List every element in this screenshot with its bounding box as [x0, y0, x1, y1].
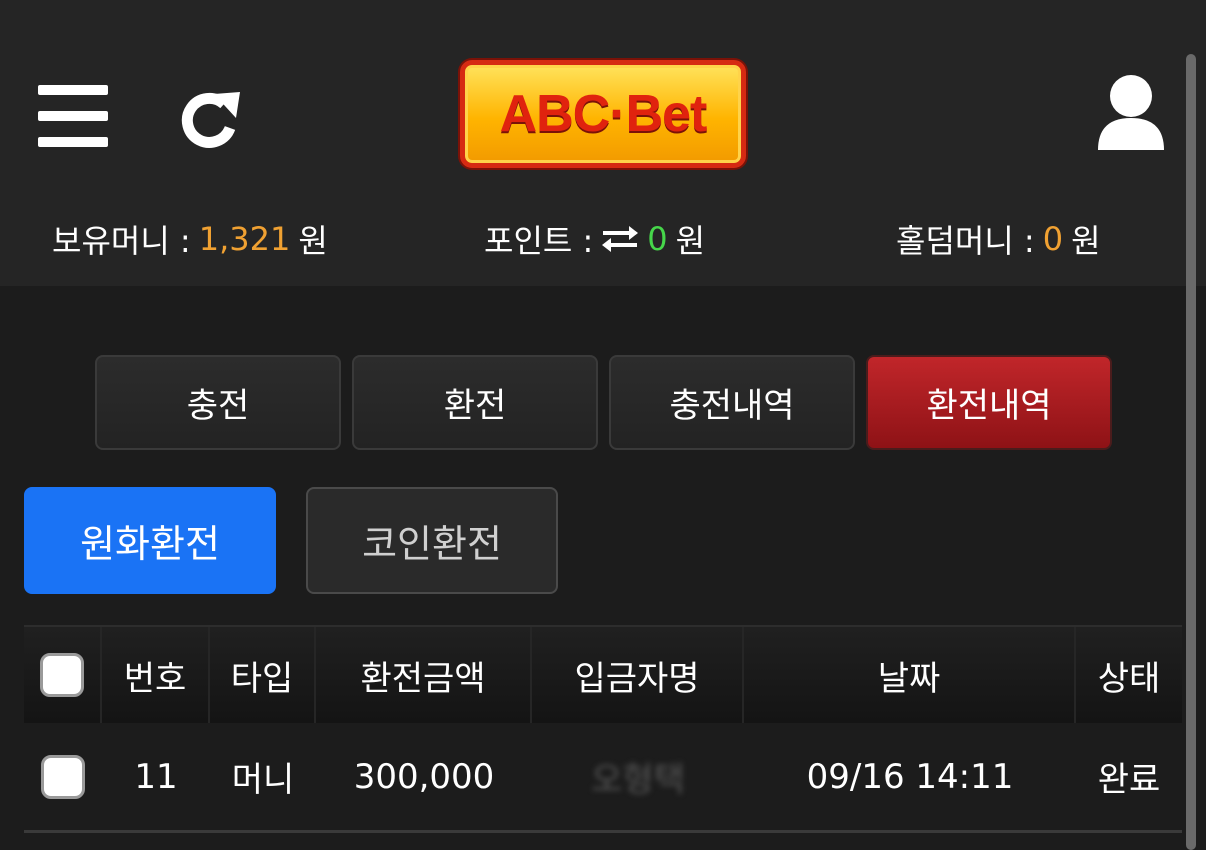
holdem-unit: 원	[1071, 222, 1101, 260]
refresh-icon[interactable]	[178, 90, 244, 152]
row-type: 머니	[231, 760, 295, 800]
tab-deposit[interactable]: 충전	[95, 355, 341, 450]
money-unit: 원	[298, 222, 328, 260]
row-number: 11	[134, 756, 178, 797]
coin-exchange-button[interactable]: 코인환전	[306, 487, 558, 594]
header-type: 타입	[210, 627, 316, 723]
exchange-history-page: ABC·Bet 보유머니 : 1,321 원 포인트 : 0 원 홀덤머니: …	[0, 0, 1206, 850]
table-header: 번호 타입 환전금액 입금자명 날짜 상태	[24, 625, 1182, 723]
swap-arrows-icon[interactable]	[601, 224, 639, 254]
header-number: 번호	[102, 627, 210, 723]
row-checkbox[interactable]	[41, 754, 85, 799]
exchange-history-table: 번호 타입 환전금액 입금자명 날짜 상태 11 머니 300,000 오형택 …	[24, 625, 1182, 833]
row-date: 09/16 14:11	[806, 756, 1014, 797]
tab-withdraw[interactable]: 환전	[352, 355, 598, 450]
money-value: 1,321	[198, 220, 291, 258]
header-select-cell	[24, 627, 102, 723]
row-amount: 300,000	[353, 756, 495, 797]
points-value: 0	[647, 220, 668, 258]
scrollbar[interactable]	[1186, 54, 1196, 850]
header-amount: 환전금액	[316, 627, 532, 723]
points-balance: 포인트 : 0 원	[484, 216, 705, 262]
row-status: 완료	[1097, 760, 1161, 800]
user-profile-icon[interactable]	[1096, 72, 1166, 154]
points-label: 포인트 :	[484, 222, 594, 260]
money-label: 보유머니 :	[52, 222, 191, 260]
balance-row: 보유머니 : 1,321 원 포인트 : 0 원 홀덤머니 : 0 원	[0, 216, 1206, 266]
select-all-checkbox[interactable]	[40, 653, 84, 697]
table-row: 11 머니 300,000 오형택 09/16 14:11 완료	[24, 723, 1182, 833]
header-depositor: 입금자명	[532, 627, 744, 723]
row-depositor: 오형택	[591, 760, 685, 800]
logo-text: ABC·Bet	[499, 85, 708, 143]
points-unit: 원	[675, 222, 706, 260]
hamburger-menu-icon[interactable]	[38, 85, 110, 151]
tab-withdraw-history[interactable]: 환전내역	[866, 355, 1112, 450]
main-tabs: 충전 환전 충전내역 환전내역	[95, 355, 1115, 450]
header-date: 날짜	[744, 627, 1076, 723]
holdem-value: 0	[1042, 220, 1064, 258]
krw-exchange-button[interactable]: 원화환전	[24, 487, 276, 594]
holdem-label: 홀덤머니 :	[896, 222, 1035, 260]
money-balance: 보유머니 : 1,321 원	[52, 216, 328, 262]
header: ABC·Bet 보유머니 : 1,321 원 포인트 : 0 원 홀덤머니: …	[0, 0, 1206, 286]
site-logo[interactable]: ABC·Bet	[460, 60, 746, 168]
tab-deposit-history[interactable]: 충전내역	[609, 355, 855, 450]
holdem-balance: 홀덤머니 : 0 원	[896, 216, 1101, 262]
header-status: 상태	[1097, 658, 1161, 699]
row-select-cell	[24, 723, 102, 830]
